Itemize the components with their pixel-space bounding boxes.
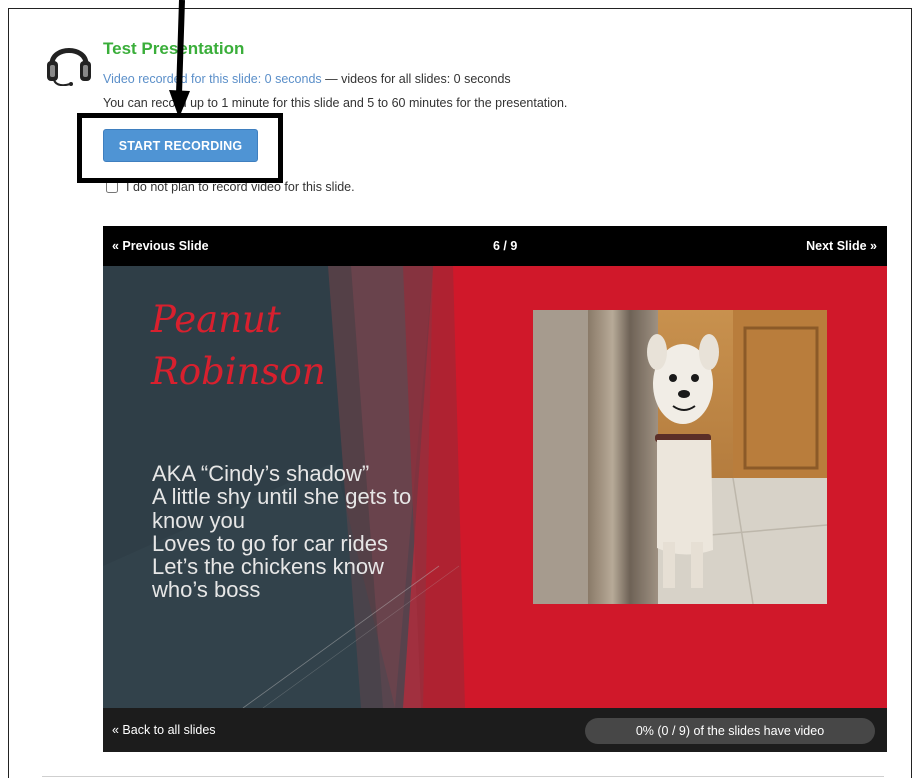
all-slides-video-total: videos for all slides: 0 seconds: [341, 72, 511, 86]
status-separator: —: [321, 72, 342, 86]
slide-title-line2: Robinson: [151, 350, 326, 393]
slide-title-line1: Peanut: [151, 298, 281, 341]
back-to-all-slides-link[interactable]: « Back to all slides: [112, 723, 216, 737]
dog-photo: [533, 310, 827, 604]
video-progress-indicator: 0% (0 / 9) of the slides have video: [585, 718, 875, 744]
slide-title: Peanut Robinson: [151, 300, 326, 391]
next-slide-link[interactable]: Next Slide »: [806, 239, 877, 253]
annotation-highlight-box: [77, 113, 283, 183]
divider: [42, 776, 884, 777]
slide-counter: 6 / 9: [493, 239, 518, 253]
video-recorded-link[interactable]: Video recorded for this slide: 0 seconds: [103, 72, 322, 86]
slide-bullet: Let’s the chickens know: [152, 554, 384, 580]
slide-bullet: AKA “Cindy’s shadow”: [152, 461, 370, 486]
slide-viewer: « Previous Slide 6 / 9 Next Slide » Pean…: [103, 226, 887, 752]
slide-bullet: Loves to go for car rides: [152, 530, 389, 556]
slide-nav-top: « Previous Slide 6 / 9 Next Slide »: [103, 226, 887, 266]
slide-nav-bottom: « Back to all slides 0% (0 / 9) of the s…: [103, 708, 887, 752]
headset-icon: [47, 48, 91, 86]
slide-bullets: AKA “Cindy’s shadow” A little shy until …: [152, 462, 411, 602]
slide-bullet: who’s boss: [152, 577, 261, 603]
video-progress-text: 0% (0 / 9) of the slides have video: [635, 724, 825, 738]
annotation-arrow-icon: [169, 0, 190, 118]
slide-bullet: A little shy until she gets to: [152, 484, 412, 510]
slide-bullet: know you: [152, 507, 245, 533]
video-status: Video recorded for this slide: 0 seconds…: [103, 72, 511, 86]
slide-content: Peanut Robinson AKA “Cindy’s shadow” A l…: [103, 266, 887, 708]
previous-slide-link[interactable]: « Previous Slide: [112, 239, 209, 253]
